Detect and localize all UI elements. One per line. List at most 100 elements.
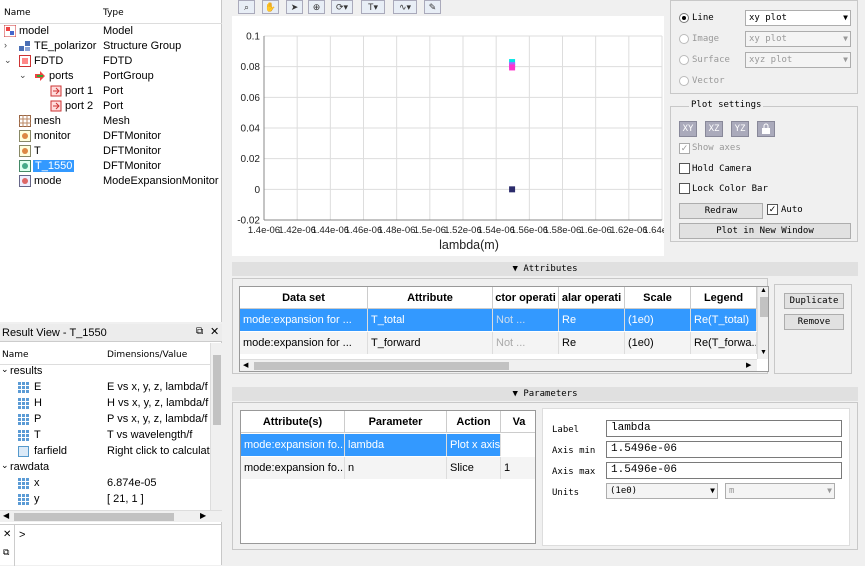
table-cell[interactable]: Not ... (493, 332, 559, 354)
table-row[interactable]: mode:expansion fo... n Slice 1 (241, 457, 535, 479)
parameters-header-attributes[interactable]: Attribute(s) (241, 411, 345, 433)
parameters-table[interactable]: Attribute(s) Parameter Action Va mode:ex… (240, 410, 536, 544)
table-cell[interactable]: (1e0) (625, 332, 691, 354)
units-scale-select[interactable]: (1e0) ▼ (606, 483, 718, 499)
text-icon[interactable]: T▾ (361, 0, 385, 14)
scrollbar-thumb[interactable] (213, 355, 221, 425)
tree-row-mode[interactable]: mode ModeExpansionMonitor (0, 174, 222, 189)
table-row[interactable]: mode:expansion for ... T_total Not ... R… (240, 309, 757, 331)
attributes-header-scalar-op[interactable]: alar operati (559, 287, 625, 309)
tree-row-ports[interactable]: ⌄ ports PortGroup (0, 69, 222, 84)
result-col-dims[interactable]: Dimensions/Value (107, 350, 187, 360)
tree-row-te-polarizor[interactable]: › TE_polarizor Structure Group (0, 39, 222, 54)
table-cell[interactable]: T_forward (368, 332, 493, 354)
table-cell[interactable]: mode:expansion for ... (240, 332, 368, 354)
chevron-right-icon[interactable]: › (4, 40, 14, 50)
table-cell[interactable]: 1 (501, 457, 535, 479)
close-icon[interactable]: ✕ (210, 325, 219, 338)
table-cell[interactable]: Re(T_forwa... (691, 332, 757, 354)
result-row-t[interactable]: T T vs wavelength/f (0, 428, 210, 444)
table-cell[interactable]: Re (559, 309, 625, 331)
table-cell[interactable]: Slice (447, 457, 501, 479)
parameters-section-bar[interactable]: ▼ Parameters (232, 387, 858, 401)
duplicate-button[interactable]: Duplicate (784, 293, 844, 309)
tree-col-name[interactable]: Name (4, 8, 31, 18)
view-yz-button[interactable]: YZ (731, 121, 749, 137)
parameters-header-value[interactable]: Va (501, 411, 535, 433)
tree-row-fdtd[interactable]: ⌄ FDTD FDTD (0, 54, 222, 69)
auto-checkbox[interactable]: ✓ (767, 204, 778, 215)
attributes-header-attribute[interactable]: Attribute (368, 287, 493, 309)
table-cell[interactable]: mode:expansion for ... (240, 309, 368, 331)
pointer-icon[interactable]: ➤ (286, 0, 303, 14)
units-unit-select[interactable]: m ▼ (725, 483, 835, 499)
plot-area[interactable]: 1.4e-06 1.42e-06 1.44e-06 1.46e-06 1.48e-06 1… (232, 16, 681, 256)
float-icon[interactable]: ⧉ (3, 547, 9, 558)
tree-row-t[interactable]: T DFTMonitor (0, 144, 222, 159)
zoom-region-icon[interactable]: ⊕ (308, 0, 325, 14)
script-prompt[interactable]: ✕ ⧉ > (0, 524, 222, 566)
result-row-p[interactable]: P P vs x, y, z, lambda/f (0, 412, 210, 428)
result-row-results[interactable]: ⌄ results (0, 364, 210, 380)
scroll-up-icon[interactable]: ▲ (760, 287, 767, 294)
remove-button[interactable]: Remove (784, 314, 844, 330)
zoom-icon[interactable]: ⌕ (238, 0, 255, 14)
parameters-header-parameter[interactable]: Parameter (345, 411, 447, 433)
radio-vector[interactable] (679, 76, 689, 86)
plot-canvas[interactable]: 1.4e-061.42e-061.44e-061.46e-061.48e-061… (232, 16, 681, 256)
table-cell[interactable]: T_total (368, 309, 493, 331)
table-cell[interactable]: lambda (345, 434, 447, 456)
radio-line[interactable] (679, 13, 689, 23)
scroll-left-icon[interactable]: ◀ (3, 511, 9, 520)
scroll-left-icon[interactable]: ◀ (243, 361, 248, 369)
view-xy-button[interactable]: XY (679, 121, 697, 137)
table-row[interactable]: mode:expansion for ... T_forward Not ...… (240, 332, 757, 354)
result-row-y[interactable]: y [ 21, 1 ] (0, 492, 210, 508)
scrollbar-thumb[interactable] (14, 513, 174, 521)
attributes-horizontal-scrollbar[interactable]: ◀ ▶ (240, 359, 757, 371)
object-tree[interactable]: Name Type model Model › TE_polarizor Str… (0, 0, 222, 322)
axis-max-input[interactable]: 1.5496e-06 (606, 462, 842, 479)
close-icon[interactable]: ✕ (3, 529, 11, 540)
scroll-right-icon[interactable]: ▶ (200, 511, 206, 520)
tree-row-port-1[interactable]: port 1 Port (0, 84, 222, 99)
lock-icon[interactable] (757, 121, 775, 137)
pencil-icon[interactable]: ✎ (424, 0, 441, 14)
line-style-icon[interactable]: ∿▾ (393, 0, 417, 14)
result-horizontal-scrollbar[interactable]: ◀ ▶ (0, 510, 222, 522)
table-cell[interactable]: Not ... (493, 309, 559, 331)
axis-min-input[interactable]: 1.5496e-06 (606, 441, 842, 458)
attributes-section-bar[interactable]: ▼ Attributes (232, 262, 858, 276)
result-vertical-scrollbar[interactable] (210, 343, 222, 510)
table-cell[interactable]: n (345, 457, 447, 479)
result-row-rawdata[interactable]: ⌄ rawdata (0, 460, 210, 476)
float-icon[interactable]: ⧉ (196, 326, 203, 337)
attributes-table[interactable]: Data set Attribute ctor operati alar ope… (239, 286, 769, 372)
scrollbar-thumb[interactable] (254, 362, 509, 370)
tree-row-monitor[interactable]: monitor DFTMonitor (0, 129, 222, 144)
line-plot-select[interactable]: xy plot ▼ (745, 10, 851, 26)
parameters-header-action[interactable]: Action (447, 411, 501, 433)
result-row-x[interactable]: x 6.874e-05 (0, 476, 210, 492)
attributes-header-scale[interactable]: Scale (625, 287, 691, 309)
result-row-e[interactable]: E E vs x, y, z, lambda/f (0, 380, 210, 396)
scroll-down-icon[interactable]: ▼ (760, 349, 767, 356)
view-xz-button[interactable]: XZ (705, 121, 723, 137)
chevron-down-icon[interactable]: ⌄ (1, 460, 9, 471)
result-row-h[interactable]: H H vs x, y, z, lambda/f (0, 396, 210, 412)
attributes-header-legend[interactable]: Legend (691, 287, 757, 309)
surface-plot-select[interactable]: xyz plot ▼ (745, 52, 851, 68)
hold-camera-checkbox[interactable] (679, 163, 690, 174)
label-input[interactable]: lambda (606, 420, 842, 437)
scrollbar-thumb[interactable] (760, 297, 768, 317)
tree-col-type[interactable]: Type (103, 8, 124, 18)
tree-row-t-1550[interactable]: T_1550 DFTMonitor (0, 159, 222, 174)
result-row-farfield[interactable]: farfield Right click to calculate (0, 444, 216, 460)
table-cell[interactable]: Re (559, 332, 625, 354)
redraw-button[interactable]: Redraw (679, 203, 763, 219)
image-plot-select[interactable]: xy plot ▼ (745, 31, 851, 47)
attributes-header-dataset[interactable]: Data set (240, 287, 368, 309)
table-cell[interactable]: Plot x axis (447, 434, 501, 456)
pan-hand-icon[interactable]: ✋ (262, 0, 279, 14)
table-cell[interactable]: mode:expansion fo... (241, 434, 345, 456)
